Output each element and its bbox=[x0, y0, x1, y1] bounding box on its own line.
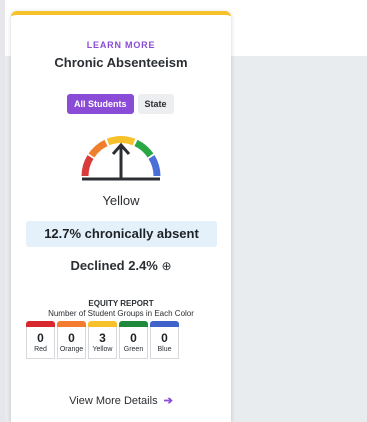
equity-report-grid: 0 Red 0 Orange 3 Yellow 0 Green 0 Blue bbox=[26, 321, 179, 359]
gauge-segment-orange bbox=[88, 139, 108, 158]
equity-color-name: Green bbox=[123, 345, 144, 353]
equity-color-name: Yellow bbox=[92, 345, 113, 353]
performance-level-label: Yellow bbox=[102, 193, 140, 208]
equity-count-box: 0 Red bbox=[26, 327, 55, 359]
card-title: Chronic Absenteeism bbox=[54, 55, 188, 70]
gauge-segment-green bbox=[134, 139, 154, 158]
equity-color-name: Blue bbox=[157, 345, 172, 353]
left-rail bbox=[0, 0, 5, 422]
chronic-absenteeism-card: LEARN MORE Chronic Absenteeism All Stude… bbox=[11, 11, 231, 422]
gauge-segment-blue bbox=[148, 155, 161, 177]
equity-cell-yellow: 3 Yellow bbox=[88, 321, 117, 359]
equity-count: 3 bbox=[99, 330, 106, 345]
change-indicator: Declined 2.4% ⊕ bbox=[11, 258, 231, 273]
equity-count: 0 bbox=[130, 330, 137, 345]
equity-count-box: 0 Blue bbox=[150, 327, 179, 359]
all-students-button[interactable]: All Students bbox=[67, 94, 134, 114]
equity-cell-green: 0 Green bbox=[119, 321, 148, 359]
equity-count-box: 0 Green bbox=[119, 327, 148, 359]
student-group-toggle: All Students State bbox=[67, 94, 174, 114]
gauge-segment-red bbox=[81, 155, 94, 177]
equity-report-title: EQUITY REPORT bbox=[88, 299, 154, 308]
gauge-segment-yellow bbox=[106, 136, 136, 146]
learn-more-link[interactable]: LEARN MORE bbox=[11, 40, 231, 50]
equity-count-box: 3 Yellow bbox=[88, 327, 117, 359]
view-more-details-link[interactable]: View More Details ➔ bbox=[11, 394, 231, 407]
equity-count-box: 0 Orange bbox=[57, 327, 86, 359]
equity-count: 0 bbox=[161, 330, 168, 345]
view-more-details-label: View More Details bbox=[69, 395, 158, 407]
equity-count: 0 bbox=[37, 330, 44, 345]
equity-color-name: Red bbox=[34, 345, 47, 353]
equity-report-subtitle: Number of Student Groups in Each Color bbox=[48, 309, 194, 318]
equity-cell-orange: 0 Orange bbox=[57, 321, 86, 359]
chronic-absence-rate: 12.7% chronically absent bbox=[26, 221, 217, 247]
performance-gauge-icon bbox=[81, 136, 161, 181]
down-circle-arrow-icon: ⊕ bbox=[161, 259, 172, 273]
equity-cell-blue: 0 Blue bbox=[150, 321, 179, 359]
equity-count: 0 bbox=[68, 330, 75, 345]
equity-cell-red: 0 Red bbox=[26, 321, 55, 359]
state-button[interactable]: State bbox=[137, 94, 174, 114]
arrow-right-icon: ➔ bbox=[163, 395, 173, 407]
change-text: Declined 2.4% bbox=[70, 258, 158, 273]
equity-color-name: Orange bbox=[59, 345, 84, 353]
